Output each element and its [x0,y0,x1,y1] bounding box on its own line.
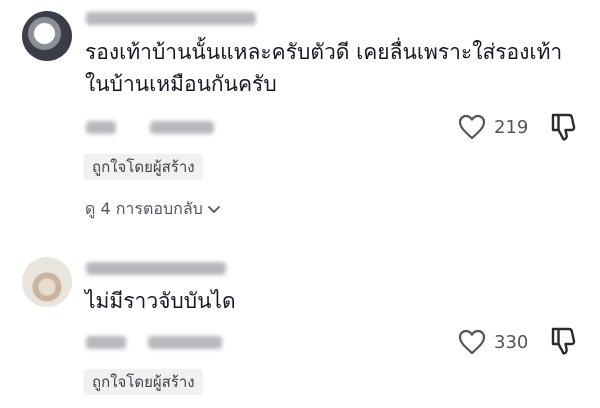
comment-text: ไม่มีราวจับบันได [85,289,236,313]
blurred-reply-link[interactable] [148,336,222,349]
like-count: 330 [494,331,529,353]
like-count: 219 [494,116,529,138]
view-replies-label: ดู 4 การตอบกลับ [85,199,203,218]
like-button[interactable]: 219 [458,114,528,140]
heart-outline-icon [458,329,486,355]
commenter-avatar[interactable] [22,257,72,307]
blurred-reply-link[interactable] [150,121,214,134]
blurred-username[interactable] [86,262,226,275]
thumbs-down-icon [550,326,578,356]
creator-liked-badge: ถูกใจโดยผู้สร้าง [84,154,203,180]
like-button[interactable]: 330 [458,329,528,355]
blurred-timestamp [86,121,116,134]
heart-outline-icon [458,114,486,140]
dislike-button[interactable] [550,112,578,142]
creator-liked-badge: ถูกใจโดยผู้สร้าง [84,369,203,395]
thumbs-down-icon [550,112,578,142]
view-replies-button[interactable]: ดู 4 การตอบกลับ [85,197,221,222]
chevron-down-icon [207,205,221,215]
blurred-timestamp [86,336,126,349]
dislike-button[interactable] [550,326,578,356]
blurred-username[interactable] [86,12,256,25]
comment-text: รองเท้าบ้านนั้นแหละครับตัวดี เคยลื่นเพรา… [85,40,563,96]
commenter-avatar[interactable] [22,11,72,61]
